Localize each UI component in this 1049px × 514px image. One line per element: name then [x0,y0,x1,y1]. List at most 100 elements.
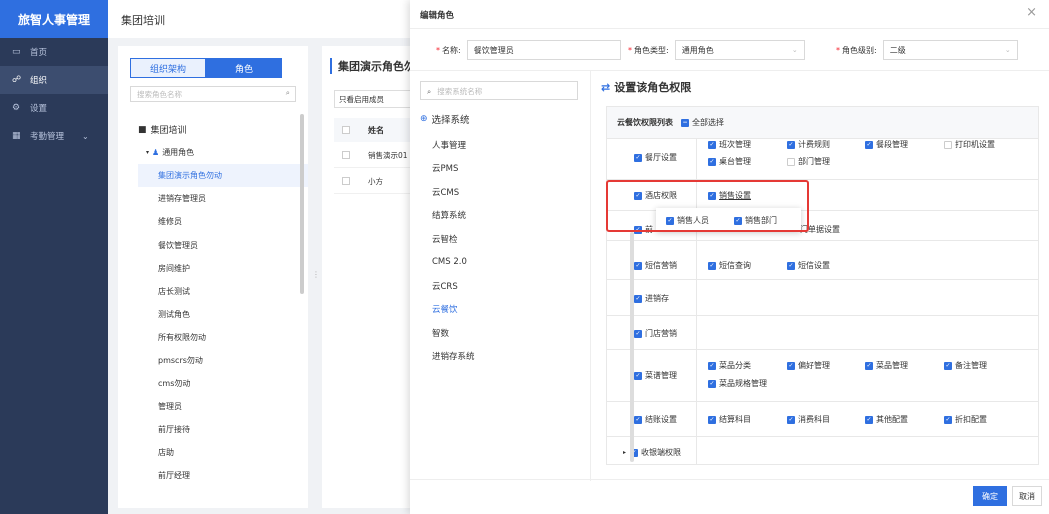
folder-icon: ■ [138,124,147,135]
role-level-select[interactable]: 二级 ⌄ [882,40,1018,60]
member-filter-select[interactable]: 只看启用成员 [334,90,414,108]
role-name-input[interactable]: 餐饮管理员 [466,40,621,60]
permission-grid-header: 云餐饮权限列表 − 全部选择 [607,107,1038,138]
permission-checkbox[interactable]: ✓ 其他配置 [865,414,908,425]
permission-group-checkbox[interactable]: ✓ 进销存 [634,293,669,304]
system-item[interactable]: 云PMS [432,157,475,181]
nav-item-settings[interactable]: ⚙ 设置 [0,94,108,122]
globe-icon: ⊕ [420,114,428,124]
permission-row: ✓ 进销存 [607,279,1038,315]
header-checkbox[interactable] [342,126,350,134]
system-item[interactable]: 云智检 [432,227,475,251]
app-logo: 旅智人事管理 [0,0,108,38]
highlight-box [606,180,809,232]
tree-role-item[interactable]: 前厅经理 [138,464,308,487]
search-icon: ⌕ [285,88,290,97]
tree-root[interactable]: ■ 集团培训 [138,118,308,141]
dialog-title: 编辑角色 [420,11,455,21]
nav-item-org[interactable]: ☍ 组织 [0,66,108,94]
permission-row: ▸ ✓ 收银端权限 [607,436,1038,465]
permission-checkbox[interactable]: ✓ 折扣配置 [944,414,987,425]
permission-checkbox[interactable]: ✓ 菜品管理 [865,360,908,371]
drag-handle-icon[interactable]: ⋮ [312,270,320,279]
tree-role-item[interactable]: 集团演示角色勿动 [138,164,308,188]
permission-row: ✓ 菜谱管理 ✓ 菜品分类 ✓ 偏好管理 ✓ 菜品管理 ✓ 备注管理 ✓ 菜品规格管理 [607,349,1038,401]
sliders-icon: ⇄ [601,80,611,94]
system-item[interactable]: 结算系统 [432,204,475,228]
system-list-header: ⊕ 选择系统 [420,114,470,126]
system-list: 人事管理 云PMS 云CMS 结算系统 云智检 CMS 2.0 云CRS 云餐饮… [432,133,475,368]
member-panel-title: 集团演示角色勿 [330,58,415,74]
permission-group-checkbox[interactable]: ✓ 门店营销 [634,328,677,339]
tree-role-item[interactable]: 管理员 [138,395,308,418]
permission-checkbox[interactable]: ✓ 偏好管理 [787,360,830,371]
select-all-checkbox[interactable]: − [681,118,689,127]
system-item[interactable]: 智数 [432,321,475,345]
caret-right-icon: ▸ [623,449,627,456]
permission-group-checkbox[interactable]: ✓ 结账设置 [634,414,677,425]
permission-group-checkbox[interactable]: ✓ 短信营销 [634,260,677,271]
chevron-down-icon: ⌄ [1004,46,1011,54]
permission-group-checkbox[interactable]: ✓ 菜谱管理 [634,370,677,381]
permission-checkbox[interactable]: ✓ 桌台管理 [708,156,751,167]
permission-checkbox[interactable]: ✓ 菜品规格管理 [708,378,767,389]
permission-checkbox[interactable]: ✓ 餐段管理 [865,139,908,150]
permission-checkbox[interactable]: 部门管理 [787,156,830,167]
tree-group[interactable]: ▾ ♟ 通用角色 [138,141,308,164]
tree-role-item[interactable]: 测试角色 [138,303,308,326]
tab-role[interactable]: 角色 [206,58,282,78]
system-item[interactable]: 云CMS [432,180,475,204]
system-item-active[interactable]: 云餐饮 [432,298,475,322]
nav-item-attendance[interactable]: ▦ 考勤管理 ⌄ [0,122,108,150]
tree-role-item[interactable]: cms勿动 [138,372,308,395]
cancel-button[interactable]: 取消 [1012,486,1042,506]
permission-checkbox[interactable]: ✓ 短信查询 [708,260,751,271]
system-item[interactable]: 云CRS [432,274,475,298]
side-nav: 旅智人事管理 ▭ 首页 ☍ 组织 ⚙ 设置 ▦ 考勤管理 ⌄ [0,0,108,514]
permission-checkbox[interactable]: ✓ 班次管理 [708,139,751,150]
tree-role-item[interactable]: 进销存管理员 [138,187,308,210]
close-icon[interactable]: × [1026,5,1037,20]
system-item[interactable]: 进销存系统 [432,345,475,369]
permission-grid: 云餐饮权限列表 − 全部选择 ✓ 餐厅设置 ✓ 班次管理 ✓ 计费规则 ✓ 餐段管理 打… [606,106,1039,465]
permission-group-checkbox[interactable]: ✓ 餐厅设置 [634,152,677,163]
role-search-input[interactable]: 搜索角色名称 ⌕ [130,86,296,102]
tab-org-structure[interactable]: 组织架构 [130,58,206,78]
nav-item-home[interactable]: ▭ 首页 [0,38,108,66]
edit-role-dialog: 编辑角色 × * 名称: 餐饮管理员 * 角色类型: 通用角色 ⌄ * 角色级别: 二级… [410,0,1049,514]
divider [410,479,1049,480]
system-item[interactable]: 人事管理 [432,133,475,157]
permission-checkbox[interactable]: ✓ 备注管理 [944,360,987,371]
vertical-divider [590,71,591,481]
calendar-icon: ▦ [12,131,21,141]
permission-checkbox[interactable]: ✓ 结算科目 [708,414,751,425]
gear-icon: ⚙ [12,103,21,113]
tree-role-item[interactable]: pmscrs勿动 [138,349,308,372]
tree-role-item[interactable]: 店长测试 [138,280,308,303]
tree-role-item[interactable]: 店助 [138,441,308,464]
system-item[interactable]: CMS 2.0 [432,251,475,275]
tree-role-item[interactable]: 前厅接待 [138,418,308,441]
role-type-select[interactable]: 通用角色 ⌄ [674,40,805,60]
permission-checkbox[interactable]: ✓ 计费规则 [787,139,830,150]
monitor-icon: ▭ [12,47,21,57]
permission-row: ✓ 餐厅设置 ✓ 班次管理 ✓ 计费规则 ✓ 餐段管理 打印机设置 ✓ 桌台管理 部门管理 [607,138,1038,179]
tree-role-item[interactable]: 餐饮管理员 [138,233,308,256]
permission-scrollbar[interactable] [630,232,634,462]
permission-checkbox[interactable]: ✓ 菜品分类 [708,360,751,371]
role-name-field: * 名称: 餐饮管理员 [436,40,621,60]
row-checkbox[interactable] [342,151,350,159]
permission-checkbox[interactable]: 打印机设置 [944,139,995,150]
tree-role-item[interactable]: 所有权限勿动 [138,326,308,349]
permission-checkbox[interactable]: ✓ 消费科目 [787,414,830,425]
tree-role-item[interactable]: 房间维护 [138,257,308,280]
permission-checkbox[interactable]: ✓ 短信设置 [787,260,830,271]
confirm-button[interactable]: 确定 [973,486,1007,506]
tree-scrollbar[interactable] [300,114,304,294]
row-checkbox[interactable] [342,177,350,185]
tree-role-item[interactable]: 维修员 [138,210,308,233]
permission-row: ✓ 短信营销 ✓ 短信查询 ✓ 短信设置 [607,240,1038,279]
org-icon: ☍ [12,75,22,85]
role-type-field: * 角色类型: 通用角色 ⌄ [628,40,805,60]
system-search-input[interactable]: ⌕ 搜索系统名称 [420,81,578,100]
